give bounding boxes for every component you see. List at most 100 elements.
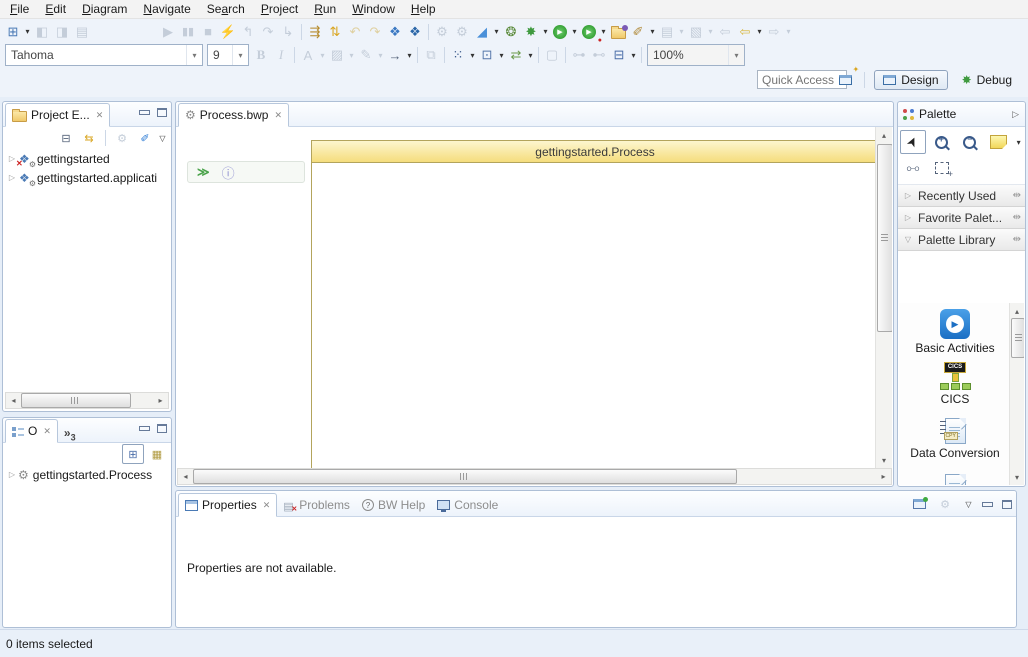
step-into-icon[interactable]: ↳: [278, 22, 298, 42]
step-over-icon[interactable]: ↷: [258, 22, 278, 42]
arrow-style-arrow-icon[interactable]: ▾: [405, 45, 414, 65]
palette-item-file[interactable]: File: [899, 474, 1011, 485]
menu-project[interactable]: Project: [253, 0, 306, 19]
bold-icon[interactable]: B: [251, 45, 271, 65]
fill-color-arrow-icon[interactable]: ▾: [347, 45, 356, 65]
minimize-icon[interactable]: [139, 426, 150, 431]
show-execution-icon[interactable]: ⇶: [305, 22, 325, 42]
zoom-combo-arrow-icon[interactable]: ▾: [728, 45, 744, 65]
drawer-palette-library[interactable]: ▽ Palette Library ⇹: [898, 229, 1025, 251]
measure-tool-icon[interactable]: ◢: [472, 22, 492, 42]
font-color-arrow-icon[interactable]: ▾: [318, 45, 327, 65]
filter-execution-icon[interactable]: ⇅: [325, 22, 345, 42]
tab-project-explorer[interactable]: Project E... ✕: [5, 103, 110, 127]
tab-problems[interactable]: ▤✕ Problems: [277, 493, 356, 517]
select-connections-arrow-icon[interactable]: ▾: [468, 45, 477, 65]
distribute-icon[interactable]: ⇄: [506, 45, 526, 65]
design-perspective-button[interactable]: Design: [874, 70, 947, 90]
font-size-combo[interactable]: 9 ▾: [207, 44, 249, 66]
forward-history-icon[interactable]: ⇨: [764, 22, 784, 42]
tree-item-gettingstarted[interactable]: ▷ ❖ ✕ ⚙ gettingstarted: [3, 149, 171, 168]
build-application-icon[interactable]: ❖: [385, 22, 405, 42]
open-run-config-icon[interactable]: [608, 22, 628, 42]
scroll-right-icon[interactable]: ▸: [153, 393, 168, 408]
project-explorer-hscrollbar[interactable]: ◂ ▸: [5, 392, 169, 409]
scrollbar-thumb[interactable]: [21, 393, 131, 408]
merge-shapes-icon[interactable]: ⊶: [569, 45, 589, 65]
scrollbar-thumb[interactable]: [877, 144, 892, 332]
arrow-style-icon[interactable]: →: [385, 45, 405, 65]
forward-dropdown-arrow-icon[interactable]: ▾: [784, 22, 793, 42]
scroll-right-icon[interactable]: ▸: [876, 469, 891, 484]
menu-search[interactable]: Search: [199, 0, 253, 19]
marquee-tool-button[interactable]: [929, 156, 955, 180]
palette-item-cics[interactable]: CICS CICS: [899, 362, 1011, 406]
menu-help[interactable]: Help: [403, 0, 444, 19]
settings-gear-icon[interactable]: ⚙: [452, 22, 472, 42]
table-layout-icon[interactable]: ⊟: [609, 45, 629, 65]
menu-file[interactable]: File: [2, 0, 37, 19]
split-shapes-icon[interactable]: ⊷: [589, 45, 609, 65]
zoom-in-button[interactable]: +: [929, 130, 955, 154]
palette-collapse-icon[interactable]: ▷: [1012, 109, 1019, 120]
zoom-out-button[interactable]: −: [957, 130, 983, 154]
quick-access-input[interactable]: [757, 70, 847, 89]
save-icon[interactable]: ◧: [32, 22, 52, 42]
run-dropdown-arrow-icon[interactable]: ▾: [570, 22, 579, 42]
new-wizard-icon[interactable]: ⊞: [3, 22, 23, 42]
deploy-application-icon[interactable]: ❖: [405, 22, 425, 42]
process-box[interactable]: gettingstarted.Process: [311, 140, 879, 470]
pin-view-icon[interactable]: [913, 499, 926, 509]
view-menu-icon[interactable]: ▽: [158, 128, 167, 148]
next-annotation-dropdown-arrow-icon[interactable]: ▾: [706, 22, 715, 42]
link-tool-button[interactable]: ⧟: [900, 156, 926, 180]
scroll-up-icon[interactable]: ▴: [876, 128, 892, 142]
italic-icon[interactable]: I: [271, 45, 291, 65]
back-history-icon[interactable]: ⇦: [735, 22, 755, 42]
collapse-all-icon[interactable]: ⊟: [56, 128, 76, 148]
line-style-arrow-icon[interactable]: ▾: [376, 45, 385, 65]
scroll-down-icon[interactable]: ▾: [876, 453, 892, 467]
view-menu-icon[interactable]: ▽: [964, 498, 973, 510]
drawer-pin-icon[interactable]: ⇹: [1013, 190, 1021, 201]
note-dropdown-arrow-icon[interactable]: ▾: [1014, 132, 1023, 152]
select-connections-icon[interactable]: ⁙: [448, 45, 468, 65]
run-to-icon[interactable]: ≫: [197, 165, 210, 179]
advanced-properties-icon[interactable]: ⚙: [935, 498, 955, 510]
open-perspective-button[interactable]: ✦: [835, 70, 855, 90]
palette-vscrollbar[interactable]: ▴ ▾: [1009, 303, 1024, 485]
focus-gear-icon[interactable]: ⚙: [112, 128, 132, 148]
expander-icon[interactable]: ▷: [6, 470, 18, 479]
menu-diagram[interactable]: Diagram: [74, 0, 135, 19]
font-name-combo[interactable]: Tahoma ▾: [5, 44, 203, 66]
tree-item-gettingstarted-application[interactable]: ▷ ❖ ⚙ gettingstarted.applicati: [3, 168, 171, 187]
next-annotation-icon[interactable]: ▧: [686, 22, 706, 42]
stop-icon[interactable]: ■: [198, 22, 218, 42]
debug-perspective-button[interactable]: ✸ Debug: [954, 71, 1020, 89]
tree-mode-button[interactable]: ⊞: [122, 444, 144, 464]
close-icon[interactable]: ✕: [274, 110, 282, 121]
hidden-tabs-chevron[interactable]: »3: [64, 426, 76, 442]
drawer-pin-icon[interactable]: ⇹: [1013, 212, 1021, 223]
editor-vscrollbar[interactable]: ▴ ▾: [875, 127, 892, 468]
profile-button-icon[interactable]: ▶●: [579, 22, 599, 42]
process-canvas[interactable]: ≫ ⓘ gettingstarted.Process ▴ ▾ ◂ ▸: [177, 127, 892, 485]
distribute-arrow-icon[interactable]: ▾: [526, 45, 535, 65]
expander-icon[interactable]: ▷: [6, 173, 18, 182]
step-return-icon[interactable]: ↰: [238, 22, 258, 42]
minimize-icon[interactable]: [139, 110, 150, 115]
menu-navigate[interactable]: Navigate: [135, 0, 198, 19]
generate-service-icon[interactable]: ❂: [501, 22, 521, 42]
back-disabled-icon[interactable]: ⇦: [715, 22, 735, 42]
drawer-recently-used[interactable]: ▷ Recently Used ⇹: [898, 185, 1025, 207]
run-button-icon[interactable]: ▶: [550, 22, 570, 42]
format-brush-icon[interactable]: ✐: [628, 22, 648, 42]
drawer-pin-icon[interactable]: ⇹: [1013, 234, 1021, 245]
external-tools-icon[interactable]: ⚙: [432, 22, 452, 42]
menu-edit[interactable]: Edit: [37, 0, 74, 19]
copy-appearance-icon[interactable]: ⧉: [421, 45, 441, 65]
last-edit-location-icon[interactable]: ▤: [657, 22, 677, 42]
close-icon[interactable]: ✕: [263, 500, 271, 511]
scroll-up-icon[interactable]: ▴: [1010, 304, 1024, 318]
drawer-favorite-palettes[interactable]: ▷ Favorite Palet... ⇹: [898, 207, 1025, 229]
